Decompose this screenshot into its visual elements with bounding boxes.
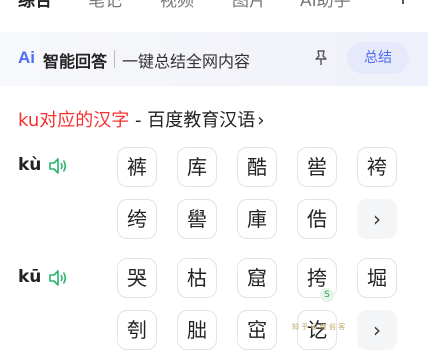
tab-all[interactable]: 综合 [18,0,52,11]
char-cell[interactable]: 库 [177,147,217,187]
pinyin-label: kū [18,267,42,287]
char-cell[interactable]: 窟 [237,258,277,298]
tab-notes[interactable]: 笔记 [88,0,122,11]
watermark: 知 乎 @ 绝 俗 客 [292,323,346,331]
ai-answer-bar[interactable]: Ai 智能回答 一键总结全网内容 总结 [0,32,428,86]
filter-menu-icon[interactable] [400,0,422,8]
tab-ai-assistant[interactable]: AI助手 [300,0,351,11]
speaker-icon[interactable] [47,156,69,176]
ai-logo: Ai [18,48,35,67]
result-title-highlight: ku对应的汉字 [18,110,130,131]
char-cell[interactable]: 枯 [177,258,217,298]
pinyin-label: kù [18,155,42,175]
translate-badge-icon: S [320,288,334,302]
char-cell[interactable]: 袴 [357,147,397,187]
tab-videos[interactable]: 视频 [160,0,194,11]
char-cell[interactable]: 哭 [117,258,157,298]
char-cell[interactable]: 窋 [237,310,277,350]
ai-slogan: 一键总结全网内容 [122,52,251,71]
more-chars-button[interactable]: › [357,310,397,350]
more-chars-button[interactable]: › [357,199,397,239]
char-cell[interactable]: 绔 [117,199,157,239]
pin-icon[interactable] [311,48,331,68]
char-cell[interactable]: 堀 [357,258,397,298]
tab-images[interactable]: 图片 [232,0,266,11]
char-cell[interactable]: 嚳 [177,199,217,239]
summary-button[interactable]: 总结 [347,42,409,74]
ai-bar-divider [114,50,115,68]
char-cell[interactable]: 庫 [237,199,277,239]
result-title-link[interactable]: ku对应的汉字 - 百度教育汉语 › [18,106,264,132]
result-title-source: 百度教育汉语 [147,110,256,131]
char-cell[interactable]: 酷 [237,147,277,187]
char-cell[interactable]: 朏 [177,310,217,350]
char-cell[interactable]: 俈 [297,199,337,239]
speaker-icon[interactable] [47,268,69,288]
chevron-right-icon: › [257,110,265,131]
top-tab-bar: 综合 笔记 视频 图片 AI助手 [0,0,428,16]
char-cell[interactable]: 喾 [297,147,337,187]
ai-brand-name: 智能回答 [43,52,108,71]
result-title-separator: - [129,110,148,131]
char-cell[interactable]: 裤 [117,147,157,187]
char-cell[interactable]: 刳 [117,310,157,350]
